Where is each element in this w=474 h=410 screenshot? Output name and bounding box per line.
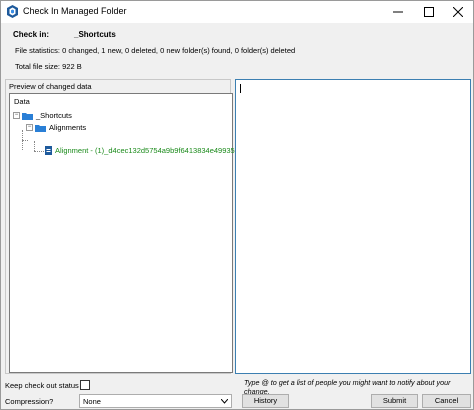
- submit-button[interactable]: Submit: [371, 394, 418, 408]
- preview-title: Preview of changed data: [9, 82, 92, 91]
- new-file-icon: [45, 146, 52, 155]
- checkin-label: Check in:: [13, 30, 50, 39]
- keep-checkout-checkbox[interactable]: [80, 380, 90, 390]
- compression-select[interactable]: None: [79, 394, 232, 408]
- collapse-icon[interactable]: −: [26, 124, 33, 131]
- collapse-icon[interactable]: −: [13, 112, 20, 119]
- title-bar[interactable]: Check In Managed Folder: [1, 1, 473, 23]
- file-statistics: File statistics: 0 changed, 1 new, 0 del…: [15, 46, 296, 55]
- tree-node-alignments[interactable]: − Alignments: [26, 123, 86, 132]
- tree-node-shortcuts[interactable]: − _Shortcuts: [13, 111, 72, 120]
- maximize-icon[interactable]: [414, 1, 444, 23]
- folder-icon: [22, 112, 33, 120]
- tree-connector: [34, 141, 35, 151]
- change-comment-textarea[interactable]: [235, 79, 471, 374]
- tree-connector: [34, 151, 44, 152]
- keep-checkout-label: Keep check out status: [5, 381, 79, 390]
- cancel-button[interactable]: Cancel: [422, 394, 471, 408]
- checkin-folder-name: _Shortcuts: [74, 30, 116, 39]
- tree-column-header: Data: [14, 97, 30, 106]
- history-button[interactable]: History: [242, 394, 289, 408]
- close-icon[interactable]: [443, 1, 473, 23]
- tree-connector: [22, 140, 28, 141]
- compression-label: Compression?: [5, 397, 54, 406]
- tree-node-label: Alignment - (1)_d4cec132d5754a9b9f641383…: [55, 146, 241, 155]
- tree-node-label: _Shortcuts: [36, 111, 72, 120]
- tree-node-label: Alignments: [49, 123, 87, 132]
- minimize-icon[interactable]: [383, 1, 413, 23]
- chevron-down-icon: [221, 399, 228, 404]
- folder-icon: [35, 124, 46, 132]
- total-file-size: Total file size: 922 B: [15, 62, 82, 71]
- text-caret: [240, 84, 241, 93]
- window-title: Check In Managed Folder: [23, 6, 127, 16]
- compression-value: None: [83, 397, 101, 406]
- tree-node-alignment-file[interactable]: Alignment - (1)_d4cec132d5754a9b9f641383…: [45, 146, 241, 155]
- changed-data-tree[interactable]: Data − _Shortcuts − Alignments Alignment…: [9, 93, 241, 373]
- check-in-dialog: Check In Managed Folder Check in: _Short…: [0, 0, 474, 410]
- preview-panel: Preview of changed data Data − _Shortcut…: [5, 79, 241, 374]
- app-logo-icon: [7, 5, 18, 18]
